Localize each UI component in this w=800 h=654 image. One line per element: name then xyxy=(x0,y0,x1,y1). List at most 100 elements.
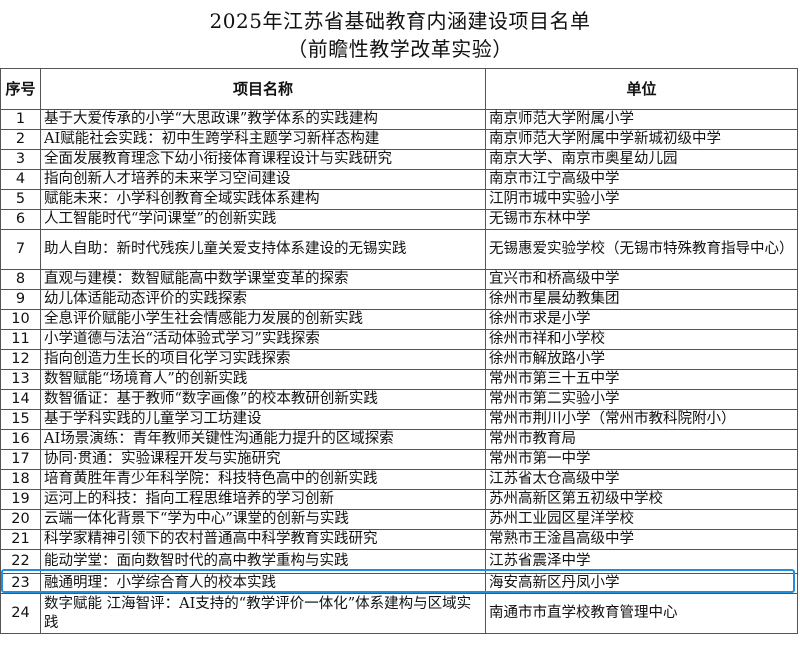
row-number: 24 xyxy=(0,593,41,634)
row-number: 15 xyxy=(0,409,41,430)
row-number: 3 xyxy=(0,149,41,170)
unit-name: 常熟市王淦昌高级中学 xyxy=(485,529,798,550)
table-row: 8 直观与建模：数智赋能高中数学课堂变革的探索 宜兴市和桥高级中学 xyxy=(0,269,798,290)
unit-name: 徐州市星晨幼教集团 xyxy=(485,289,798,310)
unit-name: 南通市市直学校教育管理中心 xyxy=(485,593,798,634)
unit-name: 徐州市祥和小学校 xyxy=(485,329,798,350)
unit-name: 苏州高新区第五初级中学校 xyxy=(485,489,798,510)
unit-name: 常州市第二实验小学 xyxy=(485,389,798,410)
row-number: 13 xyxy=(0,369,41,390)
project-name: 融通明理：小学综合育人的校本实践 xyxy=(40,573,486,594)
project-name: 云端一体化背景下“学为中心”课堂的创新与实践 xyxy=(40,509,486,530)
unit-name: 江苏省震泽中学 xyxy=(485,549,798,574)
table-row: 23 融通明理：小学综合育人的校本实践 海安高新区丹凤小学 xyxy=(0,573,798,594)
table-row: 19 运河上的科技：指向工程思维培养的学习创新 苏州高新区第五初级中学校 xyxy=(0,489,798,510)
table-row: 16 AI场景演练：青年教师关键性沟通能力提升的区域探索 常州市教育局 xyxy=(0,429,798,450)
unit-name: 苏州工业园区星洋学校 xyxy=(485,509,798,530)
table-row: 12 指向创造力生长的项目化学习实践探索 徐州市解放路小学 xyxy=(0,349,798,370)
project-name: 全息评价赋能小学生社会情感能力发展的创新实践 xyxy=(40,309,486,330)
table-row: 7 助人自助：新时代残疾儿童关爱支持体系建设的无锡实践 无锡惠爱实验学校（无锡市特殊… xyxy=(0,229,798,270)
unit-name: 常州市第三十五中学 xyxy=(485,369,798,390)
row-number: 4 xyxy=(0,169,41,190)
project-name: 数智循证：基于教师“数字画像”的校本教研创新实践 xyxy=(40,389,486,410)
table-row: 14 数智循证：基于教师“数字画像”的校本教研创新实践 常州市第二实验小学 xyxy=(0,389,798,410)
unit-name: 宜兴市和桥高级中学 xyxy=(485,269,798,290)
table-row: 9 幼儿体适能动态评价的实践探索 徐州市星晨幼教集团 xyxy=(0,289,798,310)
project-name: 指向创新人才培养的未来学习空间建设 xyxy=(40,169,486,190)
project-name: 科学家精神引领下的农村普通高中科学教育实践研究 xyxy=(40,529,486,550)
unit-name: 江苏省太仓高级中学 xyxy=(485,469,798,490)
row-number: 7 xyxy=(0,229,41,270)
unit-name: 徐州市解放路小学 xyxy=(485,349,798,370)
row-number: 11 xyxy=(0,329,41,350)
project-name: 运河上的科技：指向工程思维培养的学习创新 xyxy=(40,489,486,510)
project-name: AI场景演练：青年教师关键性沟通能力提升的区域探索 xyxy=(40,429,486,450)
row-number: 17 xyxy=(0,449,41,470)
project-name: 基于大爱传承的小学“大思政课”教学体系的实践建构 xyxy=(40,109,486,130)
table-row: 13 数智赋能“场境育人”的创新实践 常州市第三十五中学 xyxy=(0,369,798,390)
row-number: 19 xyxy=(0,489,41,510)
column-header-unit: 单位 xyxy=(485,68,798,110)
project-name: 协同·贯通：实验课程开发与实施研究 xyxy=(40,449,486,470)
row-number: 8 xyxy=(0,269,41,290)
project-name: 赋能未来：小学科创教育全域实践体系建构 xyxy=(40,189,486,210)
unit-name: 无锡市东林中学 xyxy=(485,209,798,230)
table-row: 4 指向创新人才培养的未来学习空间建设 南京市江宁高级中学 xyxy=(0,169,798,190)
unit-name: 江阴市城中实验小学 xyxy=(485,189,798,210)
project-name: 小学道德与法治“活动体验式学习”实践探索 xyxy=(40,329,486,350)
project-table: 序号 项目名称 单位 1 基于大爱传承的小学“大思政课”教学体系的实践建构 南京师范… xyxy=(0,68,798,634)
table-row: 24 数字赋能 江海智评：AI支持的“教学评价一体化”体系建构与区域实践 南通市市直… xyxy=(0,593,798,634)
row-number: 10 xyxy=(0,309,41,330)
project-name: 幼儿体适能动态评价的实践探索 xyxy=(40,289,486,310)
table-row: 10 全息评价赋能小学生社会情感能力发展的创新实践 徐州市求是小学 xyxy=(0,309,798,330)
project-name: 数字赋能 江海智评：AI支持的“教学评价一体化”体系建构与区域实践 xyxy=(40,593,486,634)
project-name: 培育黄胜年青少年科学院：科技特色高中的创新实践 xyxy=(40,469,486,490)
unit-name: 常州市荆川小学（常州市教科院附小） xyxy=(485,409,798,430)
unit-name: 海安高新区丹凤小学 xyxy=(485,573,798,594)
row-number: 5 xyxy=(0,189,41,210)
project-name: 人工智能时代“学问课堂”的创新实践 xyxy=(40,209,486,230)
table-row: 3 全面发展教育理念下幼小衔接体育课程设计与实践研究 南京大学、南京市奥星幼儿园 xyxy=(0,149,798,170)
unit-name: 南京大学、南京市奥星幼儿园 xyxy=(485,149,798,170)
column-header-project-name: 项目名称 xyxy=(40,68,486,110)
table-row: 21 科学家精神引领下的农村普通高中科学教育实践研究 常熟市王淦昌高级中学 xyxy=(0,529,798,550)
table-row: 5 赋能未来：小学科创教育全域实践体系建构 江阴市城中实验小学 xyxy=(0,189,798,210)
table-row: 18 培育黄胜年青少年科学院：科技特色高中的创新实践 江苏省太仓高级中学 xyxy=(0,469,798,490)
table-body: 1 基于大爱传承的小学“大思政课”教学体系的实践建构 南京师范大学附属小学 2 AI赋… xyxy=(0,109,798,634)
row-number: 23 xyxy=(0,573,41,594)
project-name: 指向创造力生长的项目化学习实践探索 xyxy=(40,349,486,370)
unit-name: 南京师范大学附属小学 xyxy=(485,109,798,130)
page-subtitle: （前瞻性教学改革实验） xyxy=(287,37,513,61)
unit-name: 常州市教育局 xyxy=(485,429,798,450)
unit-name: 南京市江宁高级中学 xyxy=(485,169,798,190)
row-number: 20 xyxy=(0,509,41,530)
table-row: 17 协同·贯通：实验课程开发与实施研究 常州市第一中学 xyxy=(0,449,798,470)
unit-name: 无锡惠爱实验学校（无锡市特殊教育指导中心） xyxy=(485,229,798,270)
table-row: 2 AI赋能社会实践：初中生跨学科主题学习新样态构建 南京师范大学附属中学新城初级中… xyxy=(0,129,798,150)
row-number: 14 xyxy=(0,389,41,410)
unit-name: 南京师范大学附属中学新城初级中学 xyxy=(485,129,798,150)
row-number: 16 xyxy=(0,429,41,450)
table-row: 11 小学道德与法治“活动体验式学习”实践探索 徐州市祥和小学校 xyxy=(0,329,798,350)
row-number: 9 xyxy=(0,289,41,310)
table-row: 15 基于学科实践的儿童学习工坊建设 常州市荆川小学（常州市教科院附小） xyxy=(0,409,798,430)
project-name: 全面发展教育理念下幼小衔接体育课程设计与实践研究 xyxy=(40,149,486,170)
project-name: 基于学科实践的儿童学习工坊建设 xyxy=(40,409,486,430)
row-number: 12 xyxy=(0,349,41,370)
row-number: 2 xyxy=(0,129,41,150)
project-name: 数智赋能“场境育人”的创新实践 xyxy=(40,369,486,390)
row-number: 18 xyxy=(0,469,41,490)
table-header-row: 序号 项目名称 单位 xyxy=(0,68,798,110)
unit-name: 常州市第一中学 xyxy=(485,449,798,470)
row-number: 22 xyxy=(0,549,41,574)
project-name: 助人自助：新时代残疾儿童关爱支持体系建设的无锡实践 xyxy=(40,229,486,270)
row-number: 1 xyxy=(0,109,41,130)
table-row: 6 人工智能时代“学问课堂”的创新实践 无锡市东林中学 xyxy=(0,209,798,230)
project-name: AI赋能社会实践：初中生跨学科主题学习新样态构建 xyxy=(40,129,486,150)
project-name: 能动学堂：面向数智时代的高中教学重构与实践 xyxy=(40,549,486,574)
table-row-highlighted: 22 能动学堂：面向数智时代的高中教学重构与实践 江苏省震泽中学 xyxy=(0,549,798,574)
page-title: 2025年江苏省基础教育内涵建设项目名单 xyxy=(209,9,591,33)
table-row: 20 云端一体化背景下“学为中心”课堂的创新与实践 苏州工业园区星洋学校 xyxy=(0,509,798,530)
project-name: 直观与建模：数智赋能高中数学课堂变革的探索 xyxy=(40,269,486,290)
table-row: 1 基于大爱传承的小学“大思政课”教学体系的实践建构 南京师范大学附属小学 xyxy=(0,109,798,130)
